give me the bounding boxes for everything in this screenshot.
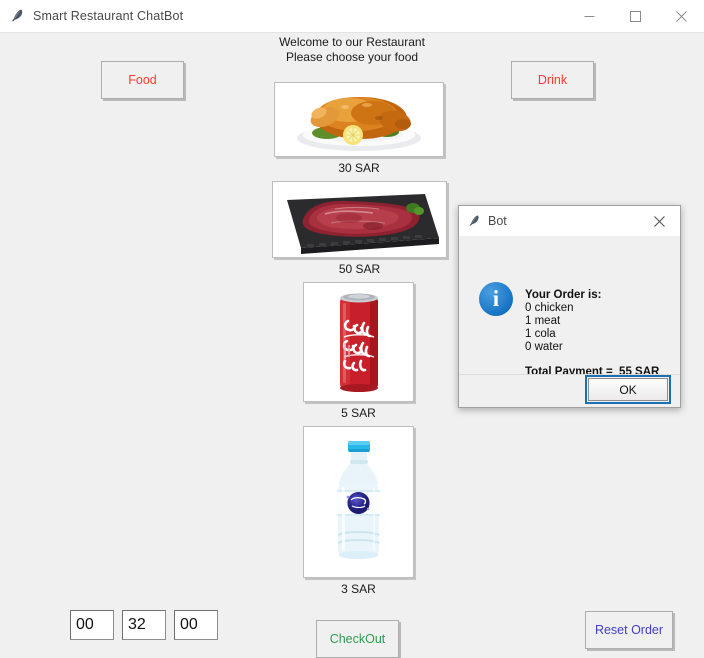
window-title: Smart Restaurant ChatBot	[33, 9, 184, 23]
minimize-icon[interactable]	[566, 0, 612, 32]
menu-item-cola: 5 SAR	[272, 282, 447, 426]
titlebar-divider	[0, 32, 704, 33]
order-line-cola: 1 cola	[525, 327, 556, 340]
order-line-chicken: 0 chicken	[525, 301, 574, 314]
menu-list: 30 SAR 50 SAR 5 SAR 3 SAR	[272, 82, 447, 602]
food-button[interactable]: Food	[101, 61, 184, 99]
drink-button-label: Drink	[537, 73, 568, 87]
roast-chicken-image[interactable]	[274, 82, 444, 157]
maximize-icon[interactable]	[612, 0, 658, 32]
application-window: Smart Restaurant ChatBot Welcome to our …	[0, 0, 704, 658]
order-heading: Your Order is:	[525, 289, 602, 301]
food-button-label: Food	[128, 73, 157, 87]
order-summary: Your Order is: 0 chicken 1 meat 1 cola 0…	[525, 289, 601, 354]
reset-order-button[interactable]: Reset Order	[585, 611, 673, 649]
window-titlebar: Smart Restaurant ChatBot	[0, 0, 704, 32]
dialog-body: i Your Order is: 0 chicken 1 meat 1 cola…	[459, 236, 680, 378]
window-controls	[566, 0, 704, 32]
ok-button[interactable]: OK	[585, 375, 671, 404]
dialog-footer: OK	[459, 374, 680, 407]
reset-order-button-label: Reset Order	[594, 623, 664, 637]
ok-button-label: OK	[619, 382, 637, 397]
feather-icon	[9, 8, 25, 24]
menu-item-chicken: 30 SAR	[272, 82, 447, 181]
close-icon[interactable]	[638, 206, 680, 236]
bot-dialog: Bot i Your Order is: 0 chicken 1 meat 1 …	[458, 205, 681, 408]
water-bottle-image[interactable]	[303, 426, 414, 578]
checkout-button[interactable]: CheckOut	[316, 620, 399, 658]
dialog-titlebar: Bot	[459, 206, 680, 236]
menu-item-meat: 50 SAR	[272, 181, 447, 282]
close-icon[interactable]	[658, 0, 704, 32]
checkout-button-label: CheckOut	[329, 632, 386, 646]
price-meat: 50 SAR	[338, 262, 381, 276]
info-icon: i	[479, 282, 513, 316]
drink-button[interactable]: Drink	[511, 61, 594, 99]
qty-field-2[interactable]: 32	[122, 610, 166, 640]
qty-field-1[interactable]: 00	[70, 610, 114, 640]
price-water: 3 SAR	[341, 582, 376, 596]
feather-icon	[467, 214, 481, 228]
order-line-meat: 1 meat	[525, 314, 561, 327]
price-cola: 5 SAR	[341, 406, 376, 420]
order-line-water: 0 water	[525, 340, 563, 353]
cola-can-image[interactable]	[303, 282, 414, 402]
qty-field-3[interactable]: 00	[174, 610, 218, 640]
raw-steak-image[interactable]	[272, 181, 447, 258]
dialog-title: Bot	[488, 214, 507, 228]
price-chicken: 30 SAR	[338, 161, 380, 175]
menu-item-water: 3 SAR	[272, 426, 447, 602]
welcome-line-1: Welcome to our Restaurant	[279, 35, 425, 49]
